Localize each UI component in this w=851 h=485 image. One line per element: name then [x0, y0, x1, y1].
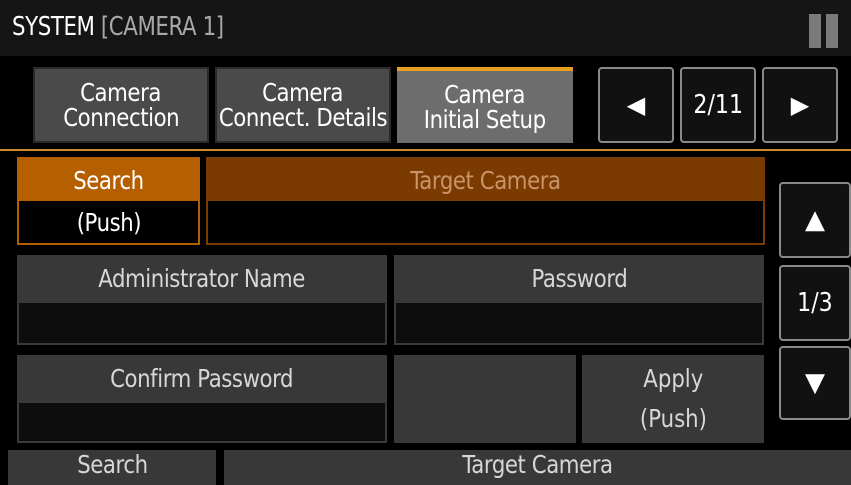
triangle-right-icon: ▶ — [790, 91, 810, 119]
search-label: Search — [73, 165, 144, 195]
tab-camera-connect-details[interactable]: Camera Connect. Details — [215, 67, 391, 143]
tab-label-line1: Camera — [80, 78, 162, 107]
scroll-up-button[interactable]: ▲ — [779, 182, 851, 258]
triangle-up-icon: ▲ — [805, 205, 825, 235]
password-input[interactable] — [394, 301, 764, 345]
footer-search-header: Search — [8, 450, 216, 485]
scroll-page-indicator: 1/3 — [779, 265, 851, 341]
admin-name-label: Administrator Name — [98, 263, 306, 293]
tab-label-line2: Connection — [63, 103, 179, 132]
target-camera-label: Target Camera — [410, 165, 561, 195]
target-camera-value — [208, 201, 763, 243]
title-text: SYSTEM — [12, 12, 95, 42]
scroll-down-button[interactable]: ▼ — [779, 346, 851, 420]
tab-label-line1: Camera — [262, 78, 344, 107]
triangle-down-icon: ▼ — [805, 368, 825, 398]
tab-camera-connection[interactable]: Camera Connection — [33, 67, 209, 143]
next-page-button[interactable]: ▶ — [762, 67, 838, 143]
password-label: Password — [531, 263, 627, 293]
apply-button[interactable]: Apply (Push) — [582, 355, 764, 443]
scroll-page-number: 1/3 — [797, 288, 833, 318]
apply-push-label: (Push) — [639, 404, 707, 433]
empty-cell — [394, 355, 576, 443]
footer-target-camera-label: Target Camera — [462, 450, 613, 479]
tab-label-line2: Initial Setup — [424, 105, 546, 134]
tab-camera-initial-setup[interactable]: Camera Initial Setup — [397, 67, 573, 143]
search-push-label: (Push) — [76, 207, 141, 237]
tab-label-line2: Connect. Details — [218, 103, 388, 132]
page-title: SYSTEM [CAMERA 1] — [12, 10, 224, 44]
target-camera-field[interactable]: Target Camera — [206, 157, 765, 245]
title-subtitle: [CAMERA 1] — [100, 12, 224, 42]
status-indicator-icon — [809, 14, 821, 48]
triangle-left-icon: ◀ — [626, 91, 646, 119]
confirm-password-input[interactable] — [17, 401, 387, 443]
admin-name-input[interactable] — [17, 301, 387, 345]
confirm-password-label: Confirm Password — [110, 363, 294, 393]
footer-search-label: Search — [76, 450, 148, 479]
tab-label-line1: Camera — [444, 80, 526, 109]
page-indicator: 2/11 — [680, 67, 756, 143]
prev-page-button[interactable]: ◀ — [598, 67, 674, 143]
apply-label: Apply — [642, 364, 704, 393]
search-button[interactable]: Search (Push) — [17, 157, 200, 245]
footer-target-camera-header: Target Camera — [224, 450, 851, 485]
status-indicator-icon — [826, 14, 838, 48]
divider — [0, 149, 851, 151]
page-number: 2/11 — [693, 90, 743, 120]
